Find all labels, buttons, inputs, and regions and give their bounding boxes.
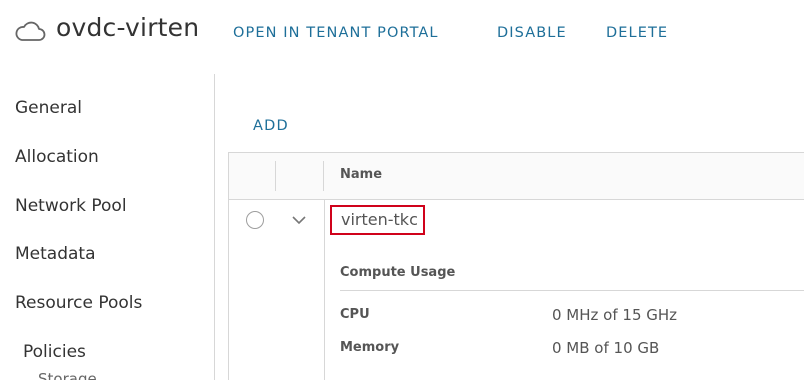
sidebar-nav: General Allocation Network Pool Metadata… (0, 74, 215, 380)
main-content: ADD Name virten-tkc Compute Usage CPU 0 … (215, 74, 804, 380)
delete-button[interactable]: DELETE (606, 25, 668, 41)
row-select-radio[interactable] (246, 211, 264, 229)
resource-pools-grid: Name virten-tkc Compute Usage CPU 0 MHz … (228, 152, 804, 380)
sidebar-item-storage[interactable]: Storage (38, 370, 97, 380)
column-separator (323, 161, 324, 191)
chevron-down-icon[interactable] (291, 214, 307, 226)
disable-button[interactable]: DISABLE (497, 25, 567, 41)
sidebar-item-resource-pools[interactable]: Resource Pools (15, 293, 142, 313)
cpu-label: CPU (340, 307, 370, 322)
section-divider (340, 290, 804, 291)
page-header: ovdc-virten OPEN IN TENANT PORTAL DISABL… (0, 0, 804, 70)
cloud-icon (15, 21, 46, 41)
sidebar-item-metadata[interactable]: Metadata (15, 244, 96, 264)
add-button[interactable]: ADD (253, 118, 289, 134)
sidebar-item-network-pool[interactable]: Network Pool (15, 196, 127, 216)
column-header-name[interactable]: Name (340, 167, 382, 182)
column-divider (324, 199, 325, 380)
sidebar-item-policies[interactable]: Policies (23, 342, 86, 362)
sidebar-item-allocation[interactable]: Allocation (15, 147, 99, 167)
memory-label: Memory (340, 340, 400, 355)
sidebar-item-general[interactable]: General (15, 98, 82, 118)
open-in-tenant-portal-button[interactable]: OPEN IN TENANT PORTAL (233, 25, 439, 41)
compute-usage-title: Compute Usage (340, 265, 456, 280)
cpu-value: 0 MHz of 15 GHz (552, 306, 678, 324)
memory-value: 0 MB of 10 GB (552, 339, 660, 357)
row-name-cell[interactable]: virten-tkc (330, 205, 425, 235)
grid-header: Name (229, 153, 804, 200)
column-separator (275, 161, 276, 191)
page-title: ovdc-virten (56, 13, 200, 42)
